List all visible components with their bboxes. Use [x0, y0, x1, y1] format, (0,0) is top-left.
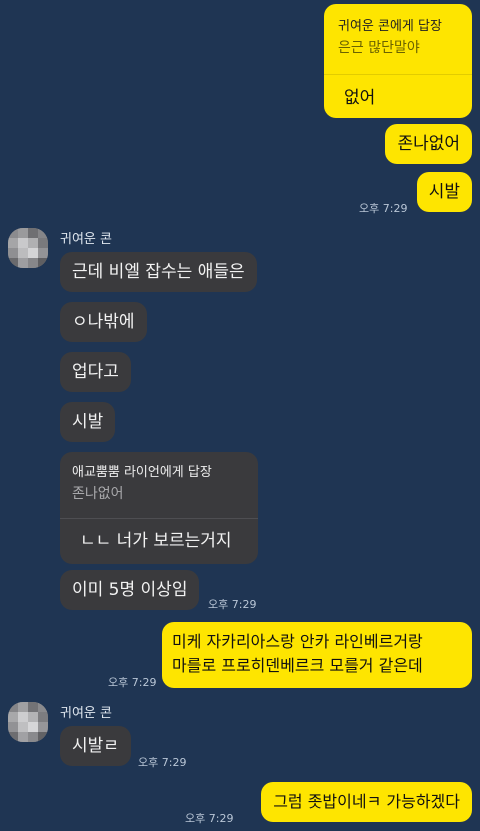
avatar-pixel [28, 722, 38, 732]
reply-divider [324, 74, 472, 75]
avatar-pixel [18, 248, 28, 258]
reply-to-label: 애교뿜뿜 라이언에게 답장 [72, 465, 212, 480]
timestamp: 오후 7:29 [108, 676, 157, 689]
avatar-pixel [18, 732, 28, 742]
avatar-pixel [38, 702, 48, 712]
message-text: 그럼 좃밥이네ㅋ 가능하겠다 [273, 792, 460, 811]
message-text: ㅇ나밖에 [72, 312, 135, 332]
avatar-pixel [38, 732, 48, 742]
sender-name: 귀여운 콘 [60, 706, 112, 721]
timestamp: 오후 7:29 [359, 202, 408, 215]
avatar-pixel [8, 722, 18, 732]
avatar-pixel [8, 228, 18, 238]
message-text-line2: 마를로 프로히덴베르크 모를거 같은데 [172, 656, 423, 675]
avatar-pixel [38, 722, 48, 732]
avatar-pixel [38, 238, 48, 248]
timestamp: 오후 7:29 [138, 756, 187, 769]
avatar-pixel [8, 258, 18, 268]
message-text: 업다고 [72, 362, 119, 382]
avatar-pixel [28, 248, 38, 258]
message-text-line1: 미케 자카리아스랑 안카 라인베르거랑 [172, 632, 423, 651]
message-text: 시발ㄹ [72, 736, 119, 756]
avatar-pixel [18, 258, 28, 268]
message-bubble-theirs[interactable]: 시발ㄹ [60, 726, 131, 766]
avatar-pixel [38, 712, 48, 722]
avatar-pixel [8, 702, 18, 712]
message-text: 시발 [428, 182, 460, 202]
message-text: 근데 비엘 잡수는 애들은 [72, 262, 245, 282]
avatar-pixel [28, 702, 38, 712]
avatar-pixel [8, 248, 18, 258]
avatar-pixel [38, 228, 48, 238]
message-bubble-theirs[interactable]: 시발 [60, 402, 116, 442]
avatar-pixel [18, 228, 28, 238]
message-bubble-mine[interactable]: 그럼 좃밥이네ㅋ 가능하겠다 [261, 782, 472, 822]
avatar-pixel [38, 258, 48, 268]
message-text: 시발 [72, 412, 104, 432]
message-bubble-mine[interactable]: 미케 자카리아스랑 안카 라인베르거랑 마를로 프로히덴베르크 모를거 같은데 [162, 622, 472, 688]
message-bubble-mine[interactable]: 존나없어 [385, 124, 472, 164]
avatar-pixel [8, 712, 18, 722]
avatar-pixel [28, 732, 38, 742]
message-text: 이미 5명 이상임 [72, 580, 188, 600]
avatar-pixel [8, 732, 18, 742]
message-bubble-theirs[interactable]: 업다고 [60, 352, 131, 392]
message-bubble-theirs[interactable]: 이미 5명 이상임 [60, 570, 200, 610]
avatar-pixel [18, 238, 28, 248]
avatar-pixel [28, 712, 38, 722]
sender-name: 귀여운 콘 [60, 232, 112, 247]
reply-bubble-theirs[interactable]: 애교뿜뿜 라이언에게 답장 존나없어 ㄴㄴ 너가 보르는거지 [60, 452, 258, 564]
avatar-pixel [38, 248, 48, 258]
message-text: ㄴㄴ 너가 보르는거지 [80, 531, 232, 551]
avatar-pixel [18, 712, 28, 722]
avatar-pixel [28, 238, 38, 248]
avatar-pixel [18, 702, 28, 712]
message-text: 존나없어 [397, 134, 460, 154]
message-bubble-theirs[interactable]: ㅇ나밖에 [60, 302, 147, 342]
quoted-text: 은근 많단말야 [338, 40, 420, 56]
timestamp: 오후 7:29 [185, 812, 234, 825]
timestamp: 오후 7:29 [208, 598, 257, 611]
quoted-text: 존나없어 [72, 486, 124, 502]
message-bubble-theirs[interactable]: 근데 비엘 잡수는 애들은 [60, 252, 257, 292]
avatar-pixel [18, 722, 28, 732]
reply-to-label: 귀여운 콘에게 답장 [338, 19, 442, 34]
reply-divider [60, 518, 258, 519]
avatar-pixel [28, 258, 38, 268]
avatar[interactable] [8, 702, 48, 742]
message-bubble-mine[interactable]: 시발 [416, 172, 472, 212]
avatar-pixel [28, 228, 38, 238]
avatar-pixel [8, 238, 18, 248]
avatar[interactable] [8, 228, 48, 268]
message-text: 없어 [344, 88, 376, 108]
reply-bubble-mine[interactable]: 귀여운 콘에게 답장 은근 많단말야 없어 [324, 4, 472, 118]
